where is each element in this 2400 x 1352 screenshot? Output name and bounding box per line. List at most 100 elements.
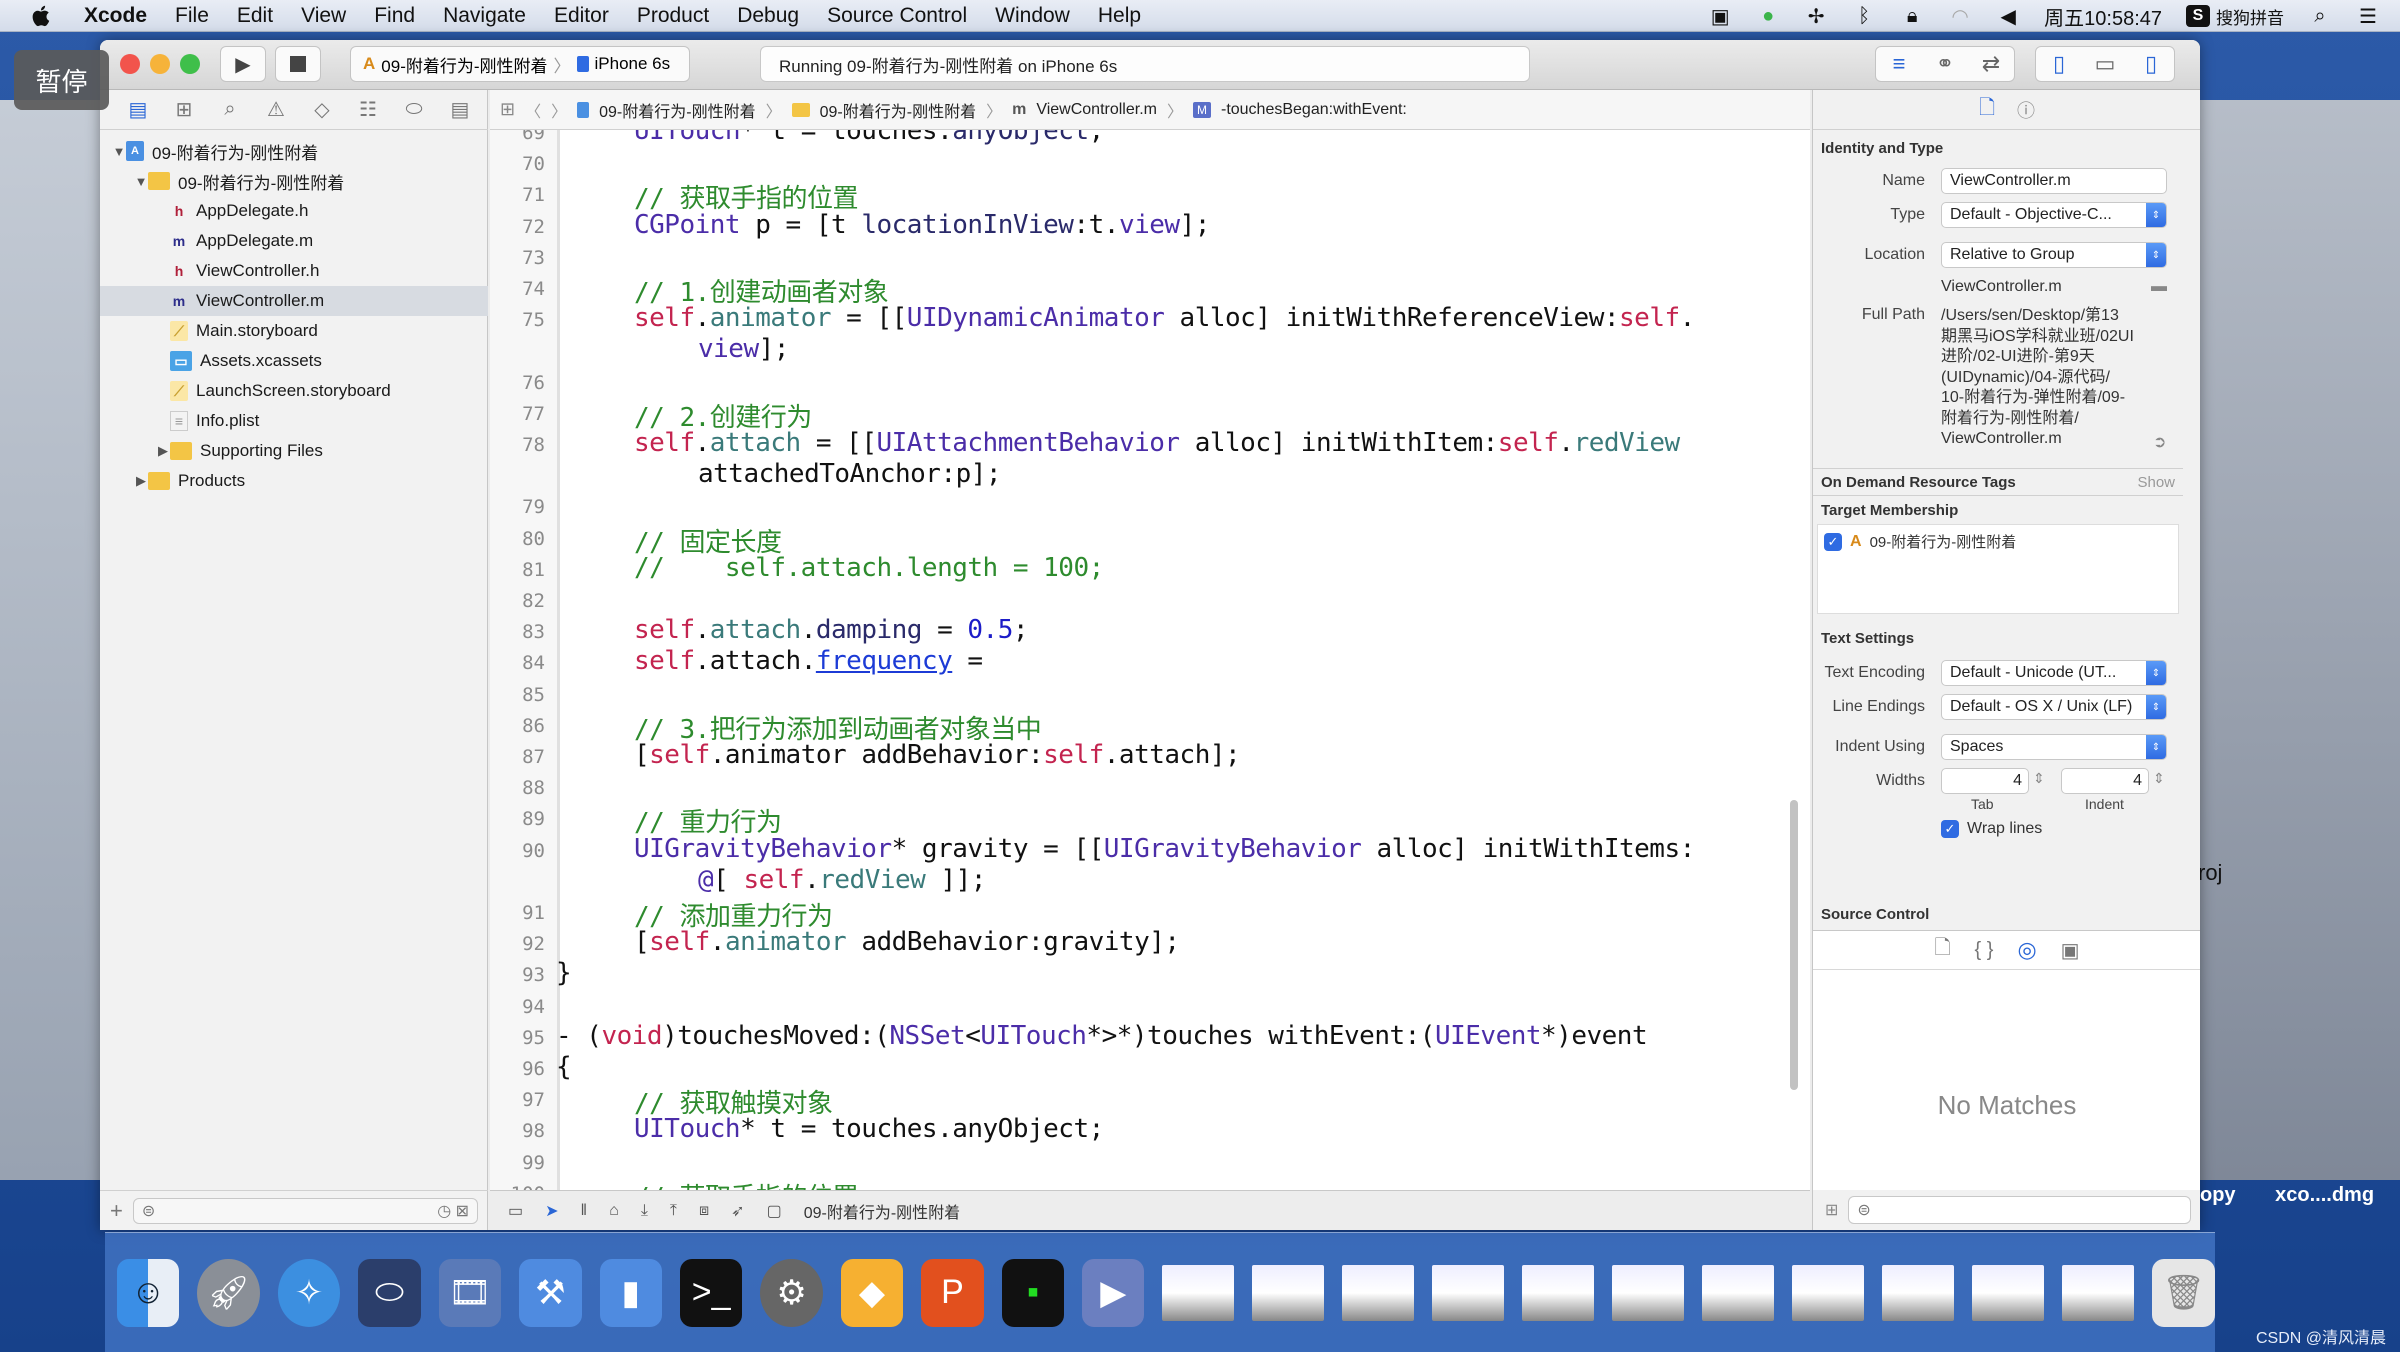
tree-item[interactable]: ▶ Products xyxy=(100,466,488,496)
reveal-in-finder-icon[interactable]: ➲ xyxy=(2153,432,2166,452)
disclosure-collapsed-icon[interactable]: ▶ xyxy=(156,443,170,459)
code-line[interactable]: UIGravityBehavior* gravity = [[UIGravity… xyxy=(634,834,1695,864)
menu-file[interactable]: File xyxy=(175,4,209,28)
line-number[interactable]: 84 xyxy=(490,652,545,674)
menu-source-control[interactable]: Source Control xyxy=(827,4,967,28)
system-preferences-icon[interactable]: ⚙ xyxy=(760,1258,823,1327)
desktop-file-dmg[interactable]: xco....dmg xyxy=(2275,1184,2374,1206)
sketch-icon[interactable]: ◆ xyxy=(840,1258,904,1327)
line-number[interactable]: 83 xyxy=(490,621,545,643)
line-number[interactable]: 71 xyxy=(490,184,545,206)
minimized-window-thumbnail[interactable] xyxy=(1252,1264,1325,1321)
screen-record-icon[interactable]: ▣ xyxy=(1708,5,1732,28)
finder-icon[interactable]: ☺ xyxy=(117,1258,180,1327)
breakpoints-toggle-icon[interactable]: ➤ xyxy=(545,1201,558,1221)
line-number[interactable]: 81 xyxy=(490,559,545,581)
menu-view[interactable]: View xyxy=(301,4,346,28)
minimized-window-thumbnail[interactable] xyxy=(2062,1264,2135,1321)
mouse-app-icon[interactable]: ⬭ xyxy=(358,1258,421,1327)
minimized-window-thumbnail[interactable] xyxy=(1612,1264,1685,1321)
minimized-window-thumbnail[interactable] xyxy=(1432,1264,1505,1321)
minimized-window-thumbnail[interactable] xyxy=(1702,1264,1775,1321)
media-library-icon[interactable]: ▣ xyxy=(2061,938,2080,963)
ondemand-show-link[interactable]: Show xyxy=(2137,474,2175,491)
scheme-selector[interactable]: A 09-附着行为-刚性附着 〉 iPhone 6s xyxy=(350,46,690,82)
disclosure-collapsed-icon[interactable]: ▶ xyxy=(134,473,148,489)
close-window-button[interactable] xyxy=(120,54,140,74)
tree-item[interactable]: ▼ A 09-附着行为-刚性附着 xyxy=(100,136,488,166)
tree-item[interactable]: ≡ Info.plist xyxy=(100,406,488,436)
bluetooth-icon[interactable]: ᛒ xyxy=(1852,5,1876,27)
line-number[interactable]: 72 xyxy=(490,216,545,238)
tree-item[interactable]: ▶ Supporting Files xyxy=(100,436,488,466)
paw-app-icon[interactable]: P xyxy=(921,1258,984,1327)
line-number[interactable]: 82 xyxy=(490,590,545,612)
code-snippet-library-icon[interactable]: { } xyxy=(1975,939,1994,962)
line-number[interactable]: 98 xyxy=(490,1120,545,1142)
fan-icon[interactable]: ✢ xyxy=(1804,5,1828,28)
code-line[interactable]: self.animator = [[UIDynamicAnimator allo… xyxy=(634,303,1695,333)
editor-scrollbar[interactable] xyxy=(1790,800,1798,1090)
media-player-icon[interactable]: ▶ xyxy=(1082,1258,1145,1327)
console-icon[interactable]: ▪ xyxy=(1001,1258,1065,1327)
line-number[interactable]: 87 xyxy=(490,746,545,768)
trash-icon[interactable]: 🗑︎ xyxy=(2152,1258,2215,1327)
hide-debug-area-icon[interactable]: ▭ xyxy=(508,1201,523,1221)
symbol-navigator-tab-icon[interactable]: ⊞ xyxy=(170,96,198,124)
code-line[interactable]: UITouch* t = touches.anyObject; xyxy=(634,1114,1104,1144)
line-number[interactable]: 70 xyxy=(490,153,545,175)
line-number[interactable]: 90 xyxy=(490,840,545,862)
object-library-icon[interactable]: ◎ xyxy=(2017,937,2036,963)
indent-using-select[interactable]: Spaces ⇕ xyxy=(1941,734,2167,760)
quick-help-icon[interactable]: ⓘ xyxy=(2017,97,2035,123)
tree-item[interactable]: m ViewController.m xyxy=(100,286,488,316)
code-line[interactable]: [self.animator addBehavior:gravity]; xyxy=(634,927,1180,957)
line-number[interactable]: 85 xyxy=(490,684,545,706)
target-row[interactable]: ✓ A 09-附着行为-刚性附着 xyxy=(1818,525,2178,558)
menu-edit[interactable]: Edit xyxy=(237,4,273,28)
line-number[interactable]: 94 xyxy=(490,996,545,1018)
line-number[interactable]: 97 xyxy=(490,1089,545,1111)
minimize-window-button[interactable] xyxy=(150,54,170,74)
disclosure-expanded-icon[interactable]: ▼ xyxy=(112,144,126,159)
play-status-icon[interactable]: ● xyxy=(1756,5,1780,27)
lock-icon[interactable]: 🔒︎ xyxy=(1900,5,1924,27)
minimized-window-thumbnail[interactable] xyxy=(1522,1264,1595,1321)
code-line[interactable]: - (void)touchesMoved:(NSSet<UITouch*>*)t… xyxy=(556,1021,1648,1051)
line-number[interactable]: 79 xyxy=(490,496,545,518)
code-line[interactable]: CGPoint p = [t locationInView:t.view]; xyxy=(634,210,1210,240)
test-navigator-tab-icon[interactable]: ◇ xyxy=(308,96,336,124)
menu-help[interactable]: Help xyxy=(1098,4,1141,28)
desktop-file-copy[interactable]: opy xyxy=(2200,1184,2236,1206)
back-icon[interactable]: 〈 xyxy=(525,98,541,122)
grid-view-icon[interactable]: ⊞ xyxy=(1825,1200,1838,1220)
code-line[interactable]: self.attach.frequency = xyxy=(634,646,983,676)
view-debugger-icon[interactable]: ⧈ xyxy=(699,1202,709,1220)
line-number[interactable]: 100 xyxy=(490,1183,545,1190)
pause-badge[interactable]: 暂停 xyxy=(14,50,109,110)
line-number[interactable]: 74 xyxy=(490,278,545,300)
line-number[interactable]: 89 xyxy=(490,808,545,830)
indent-width-stepper[interactable]: ⇕ xyxy=(2153,770,2165,787)
code-line[interactable]: self.attach.damping = 0.5; xyxy=(634,615,1029,645)
menu-product[interactable]: Product xyxy=(637,4,709,28)
step-out-icon[interactable]: ⤒ xyxy=(670,1202,677,1220)
breadcrumb-project[interactable]: 09-附着行为-刚性附着 xyxy=(599,98,755,122)
menu-find[interactable]: Find xyxy=(374,4,415,28)
code-line[interactable]: attachedToAnchor:p]; xyxy=(698,459,1002,489)
line-number[interactable]: 73 xyxy=(490,247,545,269)
terminal-icon[interactable]: >_ xyxy=(679,1258,743,1327)
line-number[interactable]: 86 xyxy=(490,715,545,737)
endings-select[interactable]: Default - OS X / Unix (LF) ⇕ xyxy=(1941,694,2167,720)
menu-window[interactable]: Window xyxy=(995,4,1070,28)
tree-item[interactable]: ▼ 09-附着行为-刚性附着 xyxy=(100,166,488,196)
clock[interactable]: 周五10:58:47 xyxy=(2044,2,2162,31)
checkbox-checked-icon[interactable]: ✓ xyxy=(1824,532,1842,551)
library-filter-field[interactable]: ⊜ xyxy=(1848,1196,2191,1224)
tree-item[interactable]: ⟋ Main.storyboard xyxy=(100,316,488,346)
disclosure-expanded-icon[interactable]: ▼ xyxy=(134,174,148,189)
version-editor-icon[interactable]: ⇄ xyxy=(1968,51,2014,77)
line-number[interactable]: 76 xyxy=(490,372,545,394)
code-line[interactable]: @[ self.redView ]]; xyxy=(698,865,986,895)
menu-navigate[interactable]: Navigate xyxy=(443,4,526,28)
